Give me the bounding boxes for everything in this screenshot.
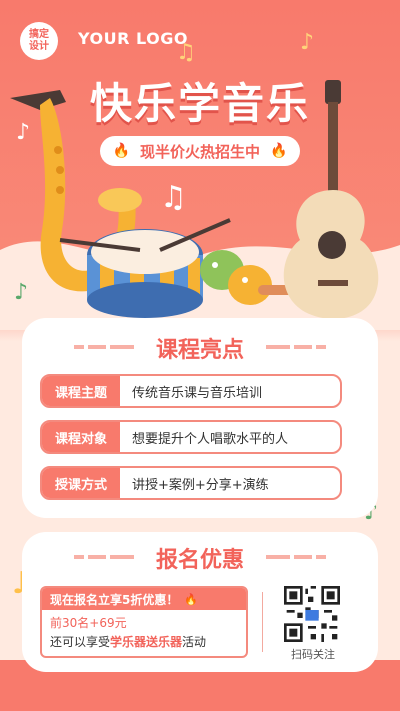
offer-line2-highlight: 学乐器送乐器 [110, 635, 183, 649]
offer-head-text: 现在报名立享5折优惠！ [50, 592, 179, 607]
highlight-row: 课程主题 传统音乐课与音乐培训 [40, 374, 342, 408]
highlight-row: 授课方式 讲授+案例+分享+演练 [40, 466, 342, 500]
logo-text: YOUR LOGO [78, 29, 188, 48]
poster: 搞定 设计 YOUR LOGO ♫ ♪ ♪ ♫ ♪ ♪ ♪ ♪ ♪ ♫ [0, 0, 400, 711]
highlight-value: 传统音乐课与音乐培训 [132, 385, 263, 401]
offer-line2: 还可以享受学乐器送乐器活动 [42, 631, 246, 650]
music-note-icon: ♪ [300, 30, 315, 55]
dash-decoration-right [266, 345, 326, 349]
highlight-tag: 授课方式 [42, 468, 120, 498]
offer-line2-post: 活动 [182, 635, 207, 649]
flame-icon: 🔥 [184, 592, 199, 606]
logo-badge: 搞定 设计 [20, 22, 58, 60]
offer-head: 现在报名立享5折优惠！ 🔥 [42, 588, 246, 610]
highlight-tag: 课程主题 [42, 376, 120, 406]
qr-label: 扫码关注 [291, 648, 335, 661]
logo-badge-text: 搞定 设计 [29, 29, 49, 52]
qr-code[interactable] [284, 586, 340, 642]
page-title: 快乐学音乐 [89, 79, 310, 128]
subtitle-text: 现半价火热招生中 [139, 142, 260, 161]
subtitle-pill: 🔥 现半价火热招生中 🔥 [100, 136, 300, 166]
music-note-icon: ♫ [176, 40, 196, 65]
highlight-tag: 课程对象 [42, 422, 120, 452]
divider [262, 592, 263, 652]
highlight-row: 课程对象 想要提升个人唱歌水平的人 [40, 420, 342, 454]
highlight-value: 想要提升个人唱歌水平的人 [132, 431, 289, 447]
flame-icon: 🔥 [270, 143, 288, 159]
highlight-value: 讲授+案例+分享+演练 [132, 477, 269, 493]
offer-line2-pre: 还可以享受 [50, 635, 111, 649]
dash-decoration-right [266, 555, 326, 559]
offer-box: 现在报名立享5折优惠！ 🔥 前30名+69元 还可以享受学乐器送乐器活动 [40, 586, 248, 658]
offer-line1: 前30名+69元 [50, 616, 127, 630]
flame-icon: 🔥 [112, 143, 130, 159]
